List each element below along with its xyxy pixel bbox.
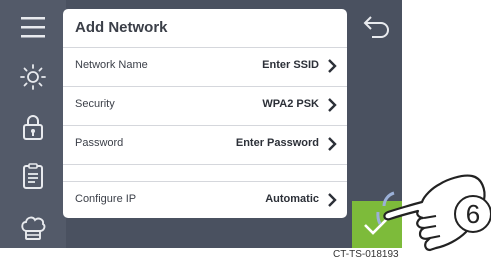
password-label: Password bbox=[75, 137, 124, 149]
chevron-right-icon bbox=[328, 98, 337, 112]
lock-icon[interactable] bbox=[17, 111, 49, 143]
chef-hat-icon[interactable] bbox=[17, 212, 49, 244]
brightness-icon[interactable] bbox=[17, 61, 49, 93]
back-button[interactable] bbox=[360, 10, 394, 44]
reference-code: CT-TS-018193 bbox=[333, 249, 399, 260]
panel-title: Add Network bbox=[75, 19, 168, 36]
chevron-right-icon bbox=[328, 59, 337, 73]
network-name-row[interactable]: Network Name Enter SSID bbox=[63, 48, 347, 87]
configure-ip-label: Configure IP bbox=[75, 193, 137, 205]
left-sidebar bbox=[0, 0, 66, 248]
device-screen: Add Network Network Name Enter SSID Secu… bbox=[0, 0, 402, 248]
configure-ip-value: Automatic bbox=[265, 193, 319, 205]
security-label: Security bbox=[75, 98, 115, 110]
back-arrow-icon bbox=[363, 16, 389, 38]
add-network-panel: Add Network Network Name Enter SSID Secu… bbox=[63, 9, 347, 218]
chevron-right-icon bbox=[328, 193, 337, 207]
configure-ip-row[interactable]: Configure IP Automatic bbox=[63, 181, 347, 218]
step-badge: 6 bbox=[454, 195, 491, 233]
chevron-right-icon bbox=[328, 137, 337, 151]
security-row[interactable]: Security WPA2 PSK bbox=[63, 87, 347, 126]
security-value: WPA2 PSK bbox=[262, 98, 319, 110]
password-row[interactable]: Password Enter Password bbox=[63, 126, 347, 165]
network-name-value: Enter SSID bbox=[262, 59, 319, 71]
menu-icon[interactable] bbox=[17, 11, 49, 43]
password-value: Enter Password bbox=[235, 137, 319, 149]
network-name-label: Network Name bbox=[75, 59, 148, 71]
step-number: 6 bbox=[465, 199, 481, 229]
clipboard-icon[interactable] bbox=[17, 160, 49, 192]
